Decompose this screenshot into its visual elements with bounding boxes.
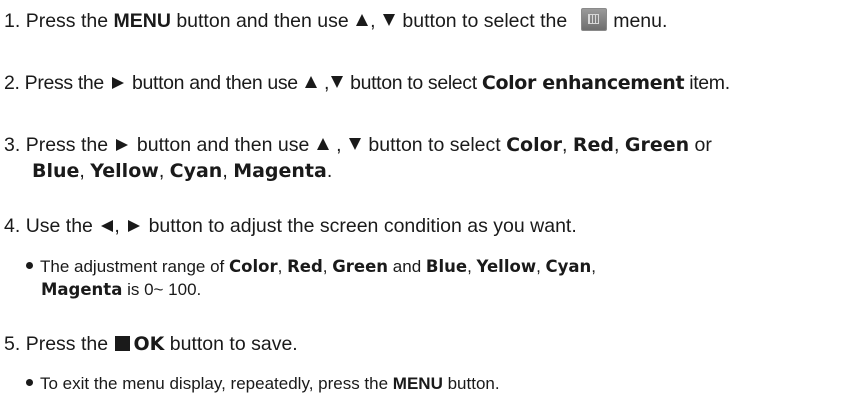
ok-button-label: OK: [133, 333, 165, 355]
picture-menu-icon: [581, 8, 608, 31]
down-arrow-icon: [349, 138, 361, 150]
step-text: or: [694, 134, 712, 156]
step-4-note: The adjustment range of Color, Red, Gree…: [26, 256, 596, 278]
step-text: button to adjust the screen condition as…: [148, 215, 577, 237]
step-text: Press the: [25, 333, 109, 355]
step-text: Use the: [25, 215, 93, 237]
right-arrow-icon: [111, 77, 124, 89]
step-text: Press the: [25, 10, 109, 32]
step-text: button to select the: [402, 10, 568, 32]
option-green: Green: [624, 134, 690, 156]
option-magenta: Magenta: [233, 160, 327, 182]
up-arrow-icon: [316, 138, 329, 150]
step-text: button and then use: [136, 134, 310, 156]
step-1: 1. Press the MENU button and then use , …: [4, 8, 667, 33]
step-text: menu.: [613, 10, 668, 32]
separator: ,: [323, 72, 330, 94]
menu-item-name: Color enhancement: [481, 72, 685, 94]
menu-button-label: MENU: [392, 374, 443, 393]
step-text: button and then use: [176, 10, 349, 32]
option-blue: Blue: [425, 257, 468, 276]
step-number: 4.: [4, 215, 21, 237]
step-5: 5. Press the OK button to save.: [4, 332, 298, 356]
step-text: item.: [689, 72, 730, 94]
option-yellow: Yellow: [90, 160, 159, 182]
note-text: The adjustment range of: [40, 257, 225, 276]
separator: ,: [467, 257, 472, 276]
step-4-note-continued: Magenta is 0~ 100.: [41, 279, 201, 301]
step-text: button to save.: [169, 333, 298, 355]
separator: ,: [336, 134, 342, 156]
step-4: 4. Use the , button to adjust the screen…: [4, 214, 577, 238]
option-yellow: Yellow: [476, 257, 537, 276]
separator: ,: [591, 257, 597, 276]
option-blue: Blue: [32, 160, 80, 182]
down-arrow-icon: [331, 76, 344, 88]
step-3: 3. Press the button and then use , butto…: [4, 133, 712, 157]
period: .: [326, 160, 333, 182]
separator: ,: [79, 160, 85, 182]
separator: ,: [158, 160, 165, 182]
option-magenta: Magenta: [41, 280, 123, 299]
bullet-icon: [26, 262, 33, 269]
note-text: is 0~ 100.: [127, 280, 202, 299]
step-text: button to select: [350, 72, 477, 94]
step-5-note: To exit the menu display, repeatedly, pr…: [26, 373, 500, 395]
separator: ,: [614, 134, 620, 156]
separator: ,: [536, 257, 541, 276]
right-arrow-icon: [128, 220, 141, 232]
instruction-document: 1. Press the MENU button and then use , …: [0, 0, 844, 401]
option-cyan: Cyan: [169, 160, 223, 182]
separator: ,: [322, 257, 328, 276]
step-text: button to select: [368, 134, 501, 156]
option-red: Red: [572, 134, 615, 156]
separator: ,: [222, 160, 228, 182]
step-number: 5.: [4, 333, 21, 355]
step-3-continued: Blue, Yellow, Cyan, Magenta.: [32, 159, 332, 183]
step-2: 2. Press the button and then use , butto…: [4, 71, 730, 95]
up-arrow-icon: [304, 76, 317, 88]
note-text: button.: [447, 374, 500, 393]
bullet-icon: [26, 379, 33, 386]
step-number: 2.: [4, 72, 20, 94]
separator: ,: [370, 10, 376, 32]
left-arrow-icon: [101, 220, 114, 232]
separator: ,: [277, 257, 283, 276]
step-number: 1.: [4, 10, 21, 32]
step-text: Press the: [25, 134, 109, 156]
separator: ,: [562, 134, 568, 156]
separator: ,: [114, 215, 120, 237]
up-arrow-icon: [356, 14, 369, 26]
option-cyan: Cyan: [545, 257, 592, 276]
option-red: Red: [287, 257, 323, 276]
option-color: Color: [506, 134, 563, 156]
note-text: and: [392, 257, 422, 276]
note-text: To exit the menu display, repeatedly, pr…: [40, 374, 389, 393]
step-number: 3.: [4, 134, 21, 156]
option-color: Color: [229, 257, 278, 276]
step-text: Press the: [24, 72, 105, 94]
down-arrow-icon: [383, 14, 395, 26]
ok-button-icon: [115, 336, 131, 351]
menu-button-label: MENU: [113, 10, 171, 32]
right-arrow-icon: [116, 139, 129, 151]
step-text: button and then use: [132, 72, 298, 94]
option-green: Green: [332, 257, 389, 276]
